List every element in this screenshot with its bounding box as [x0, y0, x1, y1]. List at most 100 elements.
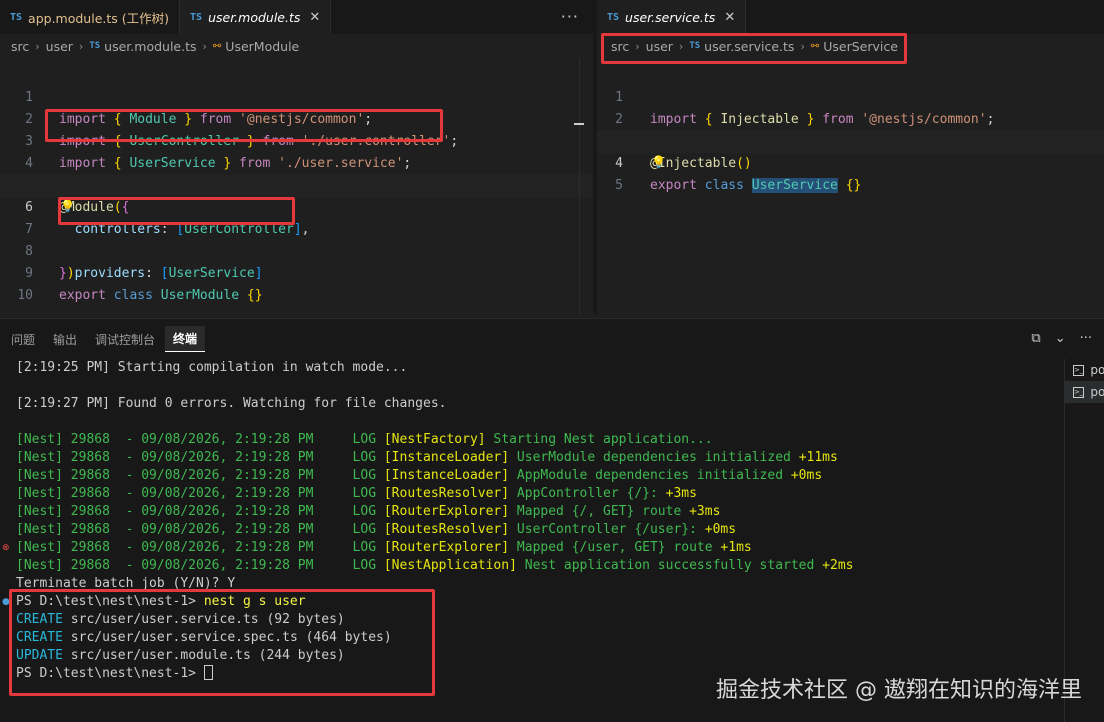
close-icon[interactable]: ✕	[309, 10, 320, 25]
breadcrumb-item[interactable]: UserService	[823, 39, 898, 54]
breadcrumb-item[interactable]: user	[646, 39, 673, 54]
log-duration: +3ms	[689, 504, 721, 519]
tab-user-module[interactable]: TS user.module.ts ✕	[180, 0, 332, 34]
log-message: UserModule dependencies initialized	[509, 450, 799, 465]
breadcrumb-item[interactable]: user.service.ts	[704, 39, 794, 54]
tab-label: user.module.ts	[208, 9, 301, 25]
breadcrumb-item[interactable]: user.module.ts	[104, 39, 196, 54]
log-duration: +0ms	[704, 522, 737, 537]
chevron-right-icon: ›	[678, 39, 684, 53]
code-token: UserService	[751, 178, 838, 193]
code-line: 2	[597, 87, 1104, 127]
terminal-list-item[interactable]: >_ po	[1065, 381, 1104, 403]
terminal-list: >_ po >_ po	[1064, 359, 1104, 722]
log-duration: +0ms	[790, 468, 823, 483]
op-text: src/user/user.service.spec.ts (464 bytes…	[62, 630, 392, 645]
typescript-file-icon: TS	[689, 41, 701, 51]
log-text: Starting compilation in watch mode...	[109, 360, 408, 375]
terminal-line: [2:19:25 PM] Starting compilation in wat…	[16, 359, 853, 377]
log-context: [NestApplication]	[383, 558, 517, 573]
code-line: 6 controllers: [UserController],	[0, 175, 593, 237]
lightbulb-icon[interactable]: 💡	[60, 195, 75, 217]
log-context: [InstanceLoader]	[383, 450, 510, 465]
log-context: [RouterExplorer]	[383, 540, 510, 555]
lightbulb-icon[interactable]: 💡	[651, 151, 666, 173]
terminal-list-item[interactable]: >_ po	[1065, 359, 1104, 381]
left-editor-group: TS app.module.ts (工作树) TS user.module.ts…	[0, 0, 593, 314]
log-message: Mapped {/, GET} route	[509, 504, 690, 519]
breadcrumb-item[interactable]: src	[11, 39, 29, 54]
breadcrumb-item[interactable]: src	[611, 39, 629, 54]
tab-debug-console[interactable]: 调试控制台	[87, 327, 163, 352]
typescript-file-icon: TS	[607, 11, 620, 23]
line-number: 10	[17, 288, 33, 303]
op-label: UPDATE	[16, 648, 63, 663]
log-timestamp: [2:19:25 PM]	[16, 360, 110, 375]
breadcrumb-item[interactable]: UserModule	[225, 39, 299, 54]
terminal-line: [Nest] 29868 - 09/08/2026, 2:19:28 PM LO…	[16, 431, 853, 449]
code-line: 4 export class UserService {}	[597, 131, 1104, 193]
code-token: class	[113, 288, 153, 303]
log-prefix: [Nest] 29868 - 09/08/2026, 2:19:28 PM LO…	[16, 558, 384, 573]
more-actions-icon[interactable]: ···	[1080, 331, 1092, 346]
code-line: 5 @Module({	[0, 153, 593, 215]
tab-terminal[interactable]: 终端	[165, 326, 206, 352]
tab-label: app.module.ts (工作树)	[28, 10, 170, 26]
chevron-right-icon: ›	[202, 39, 207, 53]
tab-output[interactable]: 输出	[45, 327, 85, 352]
log-prefix: [Nest] 29868 - 09/08/2026, 2:19:28 PM LO…	[16, 522, 384, 537]
more-actions-icon[interactable]: ···	[561, 7, 579, 26]
right-editor-group: TS user.service.ts ✕ src › user › TS use…	[597, 0, 1104, 314]
terminal-line: [Nest] 29868 - 09/08/2026, 2:19:28 PM LO…	[16, 449, 853, 467]
right-tab-bar: TS user.service.ts ✕	[597, 0, 1104, 34]
log-prefix: [Nest] 29868 - 09/08/2026, 2:19:28 PM LO…	[16, 450, 384, 465]
log-message: UserController {/user}:	[509, 522, 705, 537]
terminal-line: CREATE src/user/user.service.spec.ts (46…	[16, 629, 853, 647]
code-line: 3 import { UserService } from './user.se…	[0, 109, 593, 171]
terminal-output[interactable]: [2:19:25 PM] Starting compilation in wat…	[16, 359, 853, 683]
left-tab-bar: TS app.module.ts (工作树) TS user.module.ts…	[0, 0, 593, 34]
terminal-cursor	[203, 665, 213, 680]
prompt: PS D:\test\nest\nest-1>	[16, 666, 204, 681]
log-context: [InstanceLoader]	[383, 468, 510, 483]
line-number: 5	[615, 178, 623, 193]
terminal-line: CREATE src/user/user.service.ts (92 byte…	[16, 611, 853, 629]
error-circle-icon: ⊗	[2, 543, 10, 553]
split-terminal-icon[interactable]: ⧉	[1031, 331, 1040, 346]
terminal-line: [Nest] 29868 - 09/08/2026, 2:19:28 PM LO…	[16, 521, 853, 539]
log-message: AppModule dependencies initialized	[509, 468, 791, 483]
bottom-panel: 问题 输出 调试控制台 终端 ⧉ ⌄ ··· [2:19:25 PM] Star…	[0, 318, 1104, 722]
log-prefix: [Nest] 29868 - 09/08/2026, 2:19:28 PM LO…	[16, 486, 384, 501]
typescript-file-icon: TS	[10, 11, 23, 23]
code-line: 7 💡 providers: [UserService]	[0, 195, 593, 281]
terminal-line: UPDATE src/user/user.module.ts (244 byte…	[16, 647, 853, 665]
tab-user-service[interactable]: TS user.service.ts ✕	[597, 0, 747, 34]
close-icon[interactable]: ✕	[724, 10, 735, 25]
tab-app-module[interactable]: TS app.module.ts (工作树)	[0, 0, 181, 34]
code-editor[interactable]: 1 import { Injectable } from '@nestjs/co…	[597, 65, 1104, 193]
log-context: [RoutesResolver]	[383, 522, 510, 537]
panel-actions: ⧉ ⌄ ···	[1031, 331, 1092, 346]
code-token: export	[650, 178, 697, 193]
tab-problems[interactable]: 问题	[3, 327, 43, 352]
vertical-scrollbar[interactable]	[579, 58, 593, 314]
chevron-right-icon: ›	[78, 39, 84, 53]
log-prefix: [Nest] 29868 - 09/08/2026, 2:19:28 PM LO…	[16, 468, 384, 483]
watermark: 掘金技术社区 @ 遨翔在知识的海洋里	[716, 678, 1082, 703]
code-line: 10	[0, 263, 593, 303]
command: nest g s user	[203, 594, 306, 609]
log-prefix: [Nest] 29868 - 09/08/2026, 2:19:28 PM LO…	[16, 432, 384, 447]
code-editor[interactable]: 1 import { Module } from '@nestjs/common…	[0, 65, 593, 303]
breadcrumb-item[interactable]: user	[46, 39, 73, 54]
terminal-name: po	[1090, 363, 1104, 377]
log-message: Nest application successfully started	[516, 558, 823, 573]
chevron-down-icon[interactable]: ⌄	[1055, 331, 1066, 346]
terminal-name: po	[1090, 385, 1104, 399]
log-context: [RoutesResolver]	[383, 486, 510, 501]
breadcrumb: src › user › TS user.service.ts › ⚯ User…	[597, 34, 1104, 58]
log-context: [NestFactory]	[383, 432, 486, 447]
code-line: 2 import { UserController } from './user…	[0, 87, 593, 149]
chevron-right-icon: ›	[800, 39, 805, 53]
symbol-class-icon: ⚯	[810, 40, 820, 52]
terminal-line: [2:19:27 PM] Found 0 errors. Watching fo…	[16, 395, 853, 413]
